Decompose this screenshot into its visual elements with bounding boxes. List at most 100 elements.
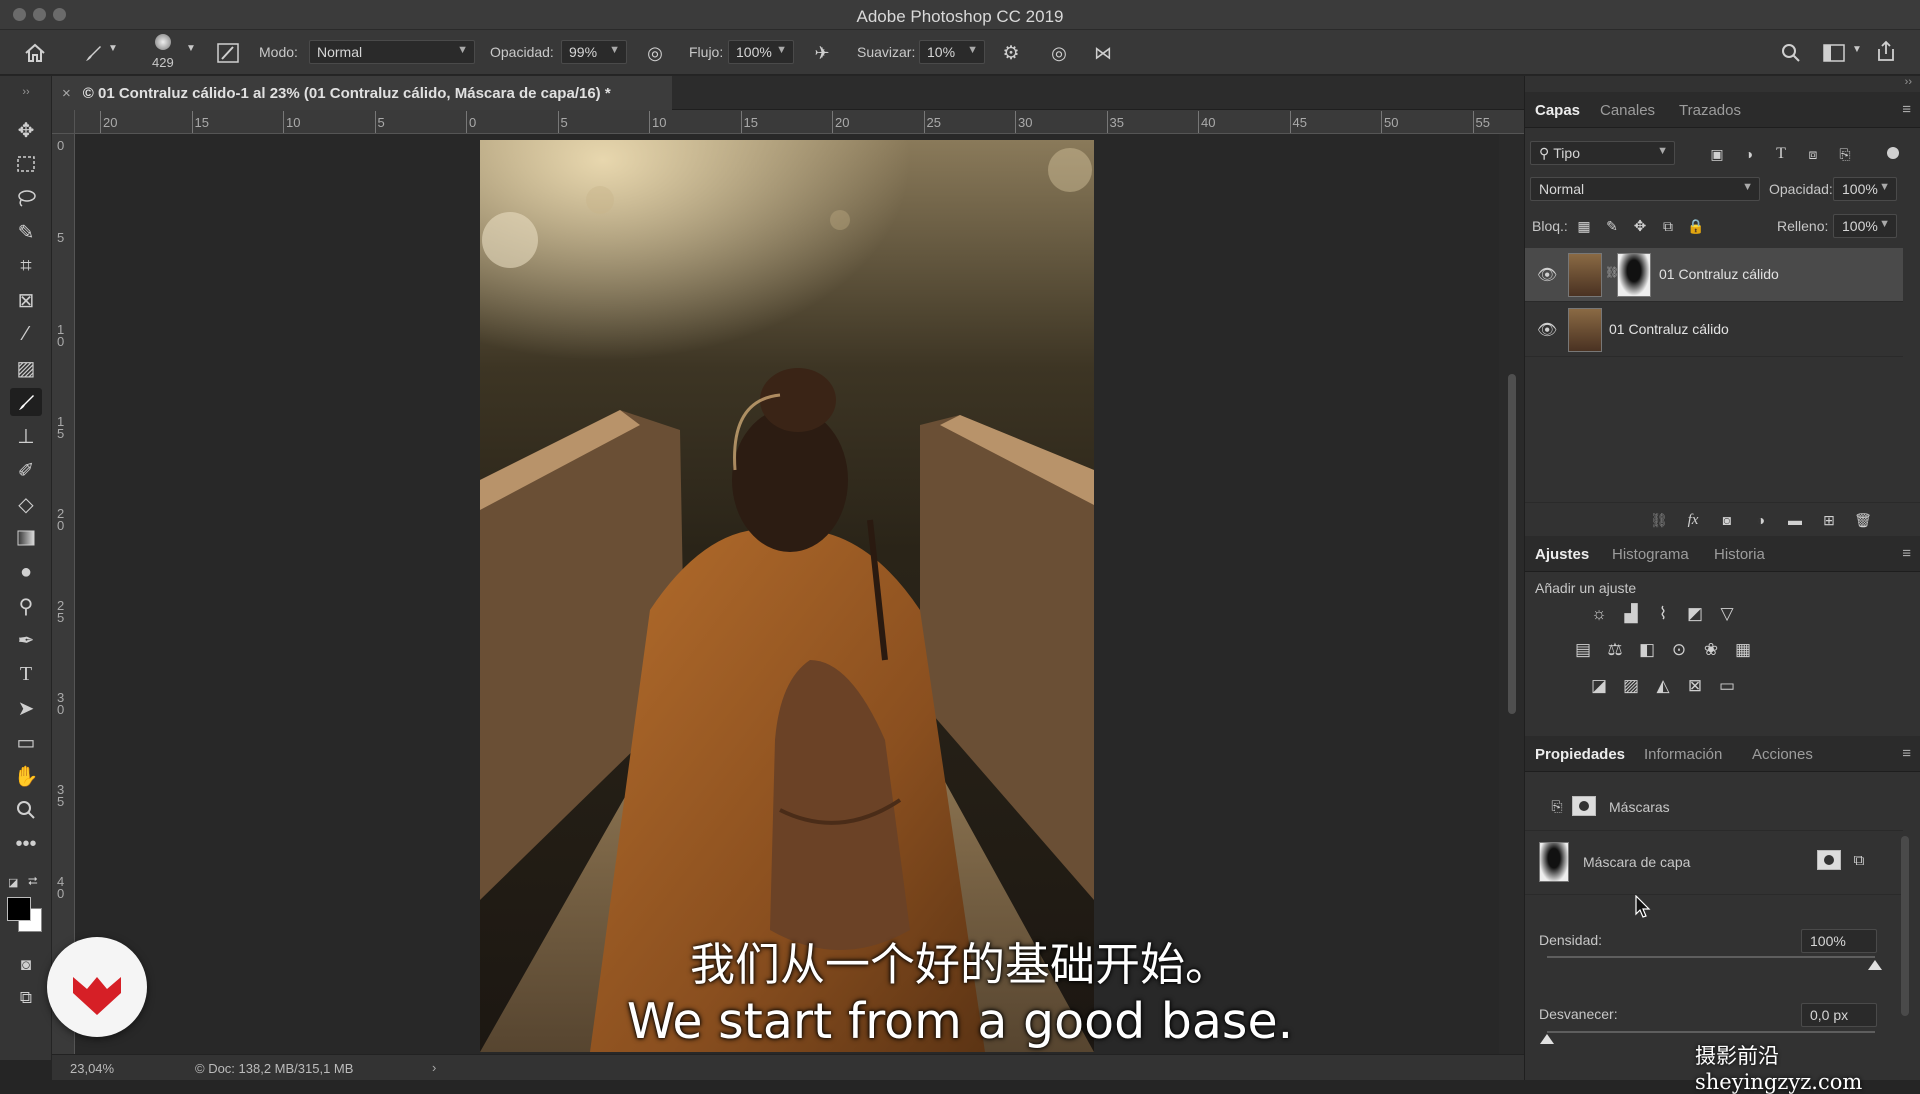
density-slider-thumb[interactable] (1868, 960, 1882, 970)
layer-opacity-field[interactable]: 100% ▼ (1833, 177, 1897, 201)
rectangle-tool-icon[interactable]: ▭ (10, 728, 42, 756)
lock-transparency-icon[interactable]: ▦ (1572, 214, 1596, 238)
vertical-scrollbar[interactable] (1499, 134, 1524, 1054)
feather-field[interactable]: 0,0 px (1801, 1003, 1877, 1027)
panel-menu-icon[interactable]: ≡ (1902, 101, 1911, 118)
invert-icon[interactable]: ◪ (1587, 674, 1611, 698)
add-vector-mask-icon[interactable]: ⧉ (1847, 848, 1871, 872)
tab-canales[interactable]: Canales (1600, 102, 1655, 119)
dodge-tool-icon[interactable]: ⚲ (10, 592, 42, 620)
feather-slider[interactable] (1547, 1031, 1875, 1033)
lock-position-icon[interactable]: ✥ (1628, 214, 1652, 238)
color-balance-icon[interactable]: ⚖ (1603, 638, 1627, 662)
default-colors-icon[interactable]: ◪ (8, 876, 18, 889)
ruler-origin[interactable] (52, 110, 75, 134)
gradient-tool-icon[interactable] (10, 524, 42, 552)
new-group-icon[interactable]: ▬ (1783, 508, 1807, 532)
tab-capas[interactable]: Capas (1535, 102, 1580, 119)
black-white-icon[interactable]: ◧ (1635, 638, 1659, 662)
layer-name[interactable]: 01 Contraluz cálido (1659, 266, 1779, 282)
brush-settings-icon[interactable] (215, 41, 241, 65)
panel-menu-icon[interactable]: ≡ (1902, 745, 1911, 762)
add-mask-icon[interactable]: ◙ (1715, 508, 1739, 532)
crop-tool-icon[interactable]: ⌗ (10, 252, 42, 280)
filter-adjustment-icon[interactable]: ◑ (1737, 142, 1761, 166)
density-field[interactable]: 100% (1801, 929, 1877, 953)
filter-toggle[interactable] (1887, 147, 1899, 159)
clone-stamp-tool-icon[interactable]: ⊥ (10, 422, 42, 450)
eyedropper-tool-icon[interactable]: ⁄ (10, 320, 42, 348)
properties-scrollbar[interactable] (1901, 836, 1909, 1016)
screen-mode-icon[interactable]: ⧉ (10, 984, 42, 1012)
tab-historia[interactable]: Historia (1714, 546, 1765, 563)
pixel-mask-icon[interactable]: ⎘ (1545, 794, 1569, 818)
quick-mask-icon[interactable]: ◙ (10, 951, 42, 979)
move-tool-icon[interactable]: ✥ (10, 116, 42, 144)
channel-mixer-icon[interactable]: ❀ (1699, 638, 1723, 662)
home-icon[interactable] (22, 41, 48, 65)
photo-filter-icon[interactable]: ⊙ (1667, 638, 1691, 662)
brush-tip-icon[interactable] (155, 34, 171, 50)
color-lookup-icon[interactable]: ▦ (1731, 638, 1755, 662)
filter-smartobject-icon[interactable]: ⎘ (1833, 142, 1857, 166)
gear-icon[interactable]: ⚙ (998, 41, 1024, 65)
zoom-tool-icon[interactable] (10, 796, 42, 824)
workspace-icon[interactable] (1821, 41, 1847, 65)
healing-brush-tool-icon[interactable]: ▨ (10, 354, 42, 382)
link-layers-icon[interactable]: ⛓ (1647, 508, 1671, 532)
pen-tool-icon[interactable]: ✒ (10, 626, 42, 654)
chevron-down-icon[interactable]: ▼ (186, 43, 196, 54)
mode-select[interactable]: Normal ▼ (309, 40, 475, 64)
layer-row[interactable]: 👁 01 Contraluz cálido (1525, 303, 1903, 357)
panel-menu-icon[interactable]: ≡ (1902, 545, 1911, 562)
mask-icon[interactable] (1572, 796, 1596, 816)
brush-preset-icon[interactable] (80, 41, 106, 65)
tab-ajustes[interactable]: Ajustes (1535, 546, 1589, 563)
scrollbar-thumb[interactable] (1508, 374, 1516, 714)
status-menu-arrow-icon[interactable]: › (432, 1060, 436, 1075)
collapse-panels-icon[interactable]: ›› (1905, 76, 1912, 88)
tab-acciones[interactable]: Acciones (1752, 746, 1813, 763)
posterize-icon[interactable]: ▨ (1619, 674, 1643, 698)
frame-tool-icon[interactable]: ⊠ (10, 286, 42, 314)
swap-colors-icon[interactable]: ⮂ (28, 874, 38, 889)
fill-field[interactable]: 100% ▼ (1833, 214, 1897, 238)
flow-field[interactable]: 100% ▼ (728, 40, 794, 64)
filter-pixel-icon[interactable]: ▣ (1705, 142, 1729, 166)
exposure-icon[interactable]: ◩ (1683, 602, 1707, 626)
select-pixel-mask-icon[interactable] (1817, 850, 1841, 870)
layer-row[interactable]: 👁 ⛓ 01 Contraluz cálido (1525, 248, 1903, 302)
hand-tool-icon[interactable]: ✋ (10, 762, 42, 790)
density-slider[interactable] (1547, 956, 1875, 958)
share-icon[interactable] (1873, 39, 1899, 63)
vibrance-icon[interactable]: ▽ (1715, 602, 1739, 626)
tab-propiedades[interactable]: Propiedades (1535, 746, 1625, 763)
lock-pixels-icon[interactable]: ✎ (1600, 214, 1624, 238)
hue-saturation-icon[interactable]: ▤ (1571, 638, 1595, 662)
new-layer-icon[interactable]: ⊞ (1817, 508, 1841, 532)
tab-trazados[interactable]: Trazados (1679, 102, 1741, 119)
lasso-tool-icon[interactable] (10, 184, 42, 212)
foreground-color-swatch[interactable] (7, 897, 31, 921)
quick-select-tool-icon[interactable]: ✎ (10, 218, 42, 246)
layer-name[interactable]: 01 Contraluz cálido (1609, 321, 1729, 337)
collapse-toolbar-icon[interactable]: ›› (10, 78, 42, 106)
airbrush-icon[interactable]: ✈ (809, 41, 835, 65)
eye-icon[interactable]: 👁 (1537, 265, 1557, 285)
smoothing-field[interactable]: 10% ▼ (919, 40, 985, 64)
blur-tool-icon[interactable]: ● (10, 558, 42, 586)
pressure-size-icon[interactable]: ◎ (1046, 41, 1072, 65)
zoom-level[interactable]: 23,04% (70, 1061, 114, 1076)
new-adjustment-icon[interactable]: ◑ (1749, 508, 1773, 532)
pressure-opacity-icon[interactable]: ◎ (642, 41, 668, 65)
chevron-down-icon[interactable]: ▼ (108, 43, 118, 54)
filter-type-icon[interactable]: T (1769, 142, 1793, 166)
marquee-tool-icon[interactable] (10, 150, 42, 178)
feather-slider-thumb[interactable] (1540, 1034, 1554, 1044)
lock-all-icon[interactable]: 🔒 (1684, 214, 1708, 238)
gradient-map-icon[interactable]: ▭ (1715, 674, 1739, 698)
close-tab-icon[interactable]: × (62, 85, 71, 102)
more-tools-icon[interactable]: ••• (10, 830, 42, 858)
document-image[interactable] (480, 140, 1094, 1052)
brush-tool-icon[interactable] (10, 388, 42, 416)
